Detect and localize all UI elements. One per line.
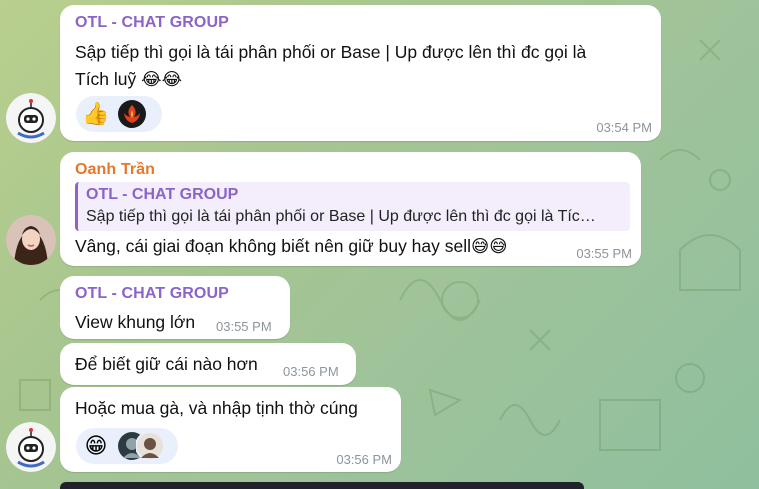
phoenix-avatar-icon[interactable] xyxy=(118,100,146,128)
message-text: View khung lớn xyxy=(75,312,196,332)
message-time: 03:56 PM xyxy=(283,364,339,379)
avatar-oanh-tran[interactable] xyxy=(6,215,56,265)
message-text: Tích luỹ 😂😂 xyxy=(75,69,183,89)
robot-avatar-icon xyxy=(6,422,56,472)
next-message-preview xyxy=(60,482,584,489)
message-time: 03:55 PM xyxy=(216,319,272,334)
message-sender[interactable]: OTL - CHAT GROUP xyxy=(75,14,229,32)
message-text: Để biết giữ cái nào hơn xyxy=(75,354,258,374)
message-bubble[interactable]: OTL - CHAT GROUP Sập tiếp thì gọi là tái… xyxy=(60,5,661,141)
avatar-otl-chat-group[interactable] xyxy=(6,422,56,472)
grinning-emoji-icon[interactable]: 😁 xyxy=(82,432,110,460)
message-time: 03:56 PM xyxy=(336,452,392,467)
quote-text: Sập tiếp thì gọi là tái phân phối or Bas… xyxy=(86,208,596,225)
user-photo-icon xyxy=(6,215,56,265)
message-time: 03:55 PM xyxy=(576,246,632,261)
message-bubble[interactable]: Hoặc mua gà, và nhập tịnh thờ cúng 😁 03:… xyxy=(60,387,401,472)
thumbs-up-icon[interactable]: 👍 xyxy=(82,100,110,128)
quote-sender: OTL - CHAT GROUP xyxy=(86,186,239,203)
message-bubble[interactable]: OTL - CHAT GROUP View khung lớn 03:55 PM xyxy=(60,276,290,339)
message-text: Sập tiếp thì gọi là tái phân phối or Bas… xyxy=(75,42,587,62)
robot-avatar-icon xyxy=(6,93,56,143)
avatar-otl-chat-group[interactable] xyxy=(6,93,56,143)
message-text: Hoặc mua gà, và nhập tịnh thờ cúng xyxy=(75,398,358,418)
message-bubble[interactable]: Oanh Trần OTL - CHAT GROUP Sập tiếp thì … xyxy=(60,152,641,266)
message-sender[interactable]: Oanh Trần xyxy=(75,161,155,179)
reply-quote[interactable]: OTL - CHAT GROUP Sập tiếp thì gọi là tái… xyxy=(75,182,630,231)
message-sender[interactable]: OTL - CHAT GROUP xyxy=(75,285,229,303)
reactions-bar[interactable]: 😁 xyxy=(76,428,178,464)
message-bubble[interactable]: Để biết giữ cái nào hơn 03:56 PM xyxy=(60,343,356,385)
reactions-bar[interactable]: 👍 xyxy=(76,96,162,132)
message-time: 03:54 PM xyxy=(596,120,652,135)
message-text: Vâng, cái giai đoạn không biết nên giữ b… xyxy=(75,236,508,256)
reaction-user-avatars[interactable] xyxy=(118,432,164,460)
user-avatar-icon xyxy=(136,432,164,460)
